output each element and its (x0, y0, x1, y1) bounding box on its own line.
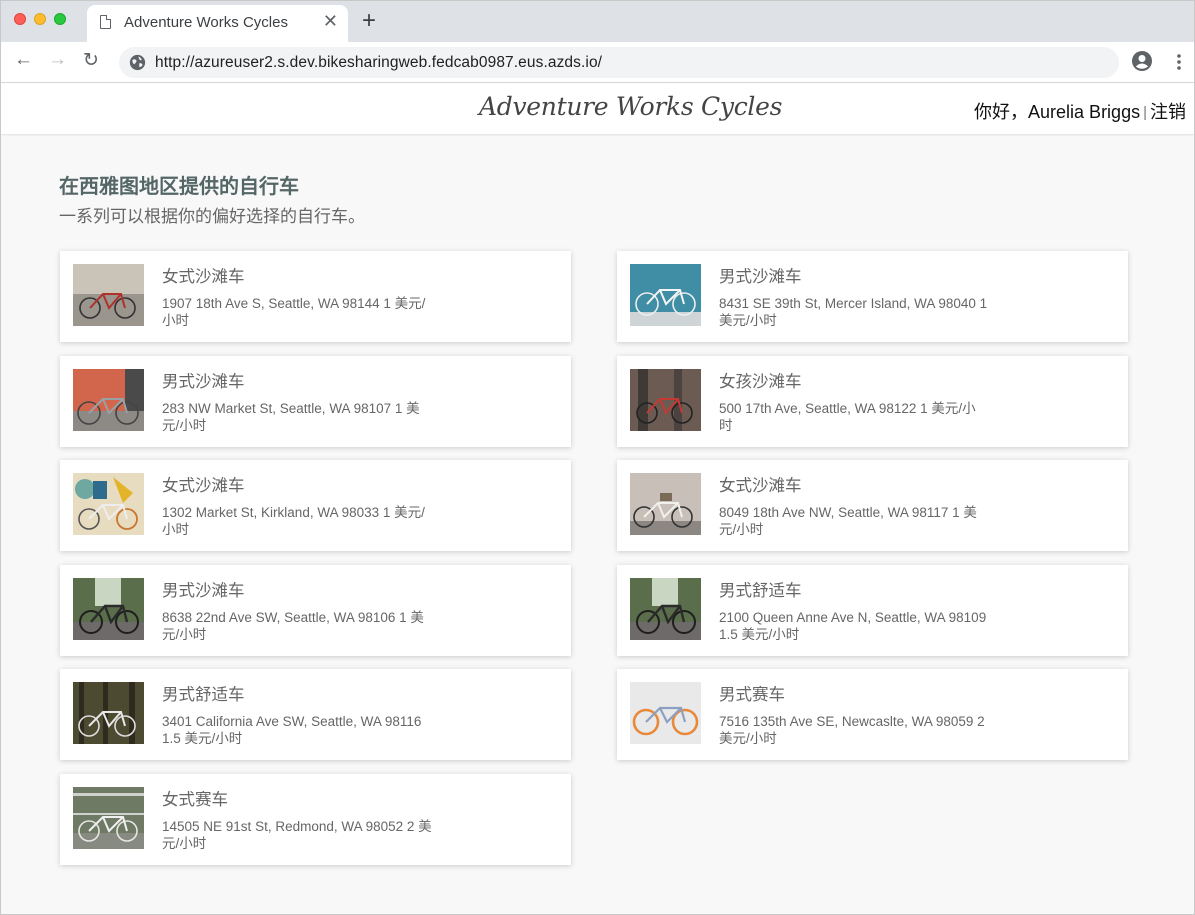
site-header: Adventure Works Cycles 你好，Aurelia Briggs… (1, 84, 1194, 135)
bike-card[interactable]: 男式舒适车 2100 Queen Anne Ave N, Seattle, WA… (617, 565, 1128, 656)
maximize-window-button[interactable] (54, 13, 66, 25)
bike-photo (73, 578, 144, 640)
address-bar[interactable]: http://azureuser2.s.dev.bikesharingweb.f… (119, 47, 1119, 78)
site-logo[interactable]: Adventure Works Cycles (479, 92, 782, 121)
bike-photo (73, 473, 144, 535)
bike-photo (630, 264, 701, 326)
minimize-window-button[interactable] (34, 13, 46, 25)
bike-name: 男式舒适车 (719, 582, 802, 600)
page-subtitle: 一系列可以根据你的偏好选择的自行车。 (59, 207, 365, 226)
bike-card[interactable]: 女式沙滩车 8049 18th Ave NW, Seattle, WA 9811… (617, 460, 1128, 551)
bike-photo (73, 682, 144, 744)
bike-card[interactable]: 女式沙滩车 1907 18th Ave S, Seattle, WA 98144… (60, 251, 571, 342)
more-menu-icon[interactable] (1171, 52, 1187, 72)
bike-card[interactable]: 男式沙滩车 8431 SE 39th St, Mercer Island, WA… (617, 251, 1128, 342)
back-arrow-icon[interactable]: ← (14, 49, 33, 71)
account-icon[interactable] (1132, 51, 1152, 71)
new-tab-icon[interactable]: + (362, 7, 376, 35)
bike-details: 7516 135th Ave SE, Newcaslte, WA 98059 2… (719, 714, 985, 746)
bike-photo (630, 578, 701, 640)
bike-details: 1907 18th Ave S, Seattle, WA 98144 1 美元/… (162, 296, 426, 328)
page-title: 在西雅图地区提供的自行车 (59, 176, 299, 198)
bike-name: 男式赛车 (719, 686, 785, 704)
bike-card[interactable]: 男式沙滩车 283 NW Market St, Seattle, WA 9810… (60, 356, 571, 447)
bike-name: 女式沙滩车 (162, 477, 245, 495)
globe-icon (129, 54, 146, 71)
bike-details: 283 NW Market St, Seattle, WA 98107 1 美元… (162, 401, 420, 433)
close-tab-icon[interactable]: ✕ (323, 11, 338, 32)
bike-card[interactable]: 男式舒适车 3401 California Ave SW, Seattle, W… (60, 669, 571, 760)
bike-photo (73, 369, 144, 431)
tab-title: Adventure Works Cycles (124, 14, 288, 31)
bike-details: 500 17th Ave, Seattle, WA 98122 1 美元/小时 (719, 401, 976, 433)
bike-details: 8049 18th Ave NW, Seattle, WA 98117 1 美元… (719, 505, 977, 537)
bike-details: 2100 Queen Anne Ave N, Seattle, WA 98109… (719, 610, 987, 642)
bike-photo (73, 787, 144, 849)
bike-name: 女孩沙滩车 (719, 373, 802, 391)
close-window-button[interactable] (14, 13, 26, 25)
bike-name: 男式沙滩车 (719, 268, 802, 286)
browser-tab[interactable]: Adventure Works Cycles ✕ (87, 5, 348, 42)
separator: | (1143, 104, 1147, 121)
forward-arrow-icon[interactable]: → (48, 49, 67, 71)
reload-icon[interactable]: ↻ (83, 49, 99, 72)
url-text[interactable]: http://azureuser2.s.dev.bikesharingweb.f… (155, 54, 602, 72)
bike-details: 14505 NE 91st St, Redmond, WA 98052 2 美元… (162, 819, 432, 851)
bike-card[interactable]: 男式赛车 7516 135th Ave SE, Newcaslte, WA 98… (617, 669, 1128, 760)
bike-details: 3401 California Ave SW, Seattle, WA 9811… (162, 714, 422, 746)
page-icon (100, 15, 111, 29)
bike-photo (630, 473, 701, 535)
bike-details: 1302 Market St, Kirkland, WA 98033 1 美元/… (162, 505, 425, 537)
bike-name: 男式沙滩车 (162, 373, 245, 391)
browser-window: Adventure Works Cycles ✕ + ← → ↻ http://… (0, 0, 1195, 915)
bike-details: 8431 SE 39th St, Mercer Island, WA 98040… (719, 296, 988, 328)
browser-toolbar: ← → ↻ http://azureuser2.s.dev.bikesharin… (1, 42, 1194, 83)
bike-card[interactable]: 女式赛车 14505 NE 91st St, Redmond, WA 98052… (60, 774, 571, 865)
bike-name: 男式舒适车 (162, 686, 245, 704)
tab-strip: Adventure Works Cycles ✕ + (1, 1, 1194, 42)
main-content: 在西雅图地区提供的自行车 一系列可以根据你的偏好选择的自行车。 女式沙滩车 19… (1, 136, 1194, 914)
bike-name: 女式沙滩车 (162, 268, 245, 286)
bike-card[interactable]: 女式沙滩车 1302 Market St, Kirkland, WA 98033… (60, 460, 571, 551)
greeting-text: 你好，Aurelia Briggs (974, 102, 1141, 122)
bike-photo (630, 682, 701, 744)
bike-card[interactable]: 男式沙滩车 8638 22nd Ave SW, Seattle, WA 9810… (60, 565, 571, 656)
bike-name: 女式沙滩车 (719, 477, 802, 495)
bike-name: 男式沙滩车 (162, 582, 245, 600)
bike-details: 8638 22nd Ave SW, Seattle, WA 98106 1 美元… (162, 610, 424, 642)
bike-photo (73, 264, 144, 326)
user-area: 你好，Aurelia Briggs | 注销 (974, 98, 1186, 124)
bike-photo (630, 369, 701, 431)
logout-link[interactable]: 注销 (1150, 102, 1186, 122)
bike-name: 女式赛车 (162, 791, 228, 809)
bike-card[interactable]: 女孩沙滩车 500 17th Ave, Seattle, WA 98122 1 … (617, 356, 1128, 447)
